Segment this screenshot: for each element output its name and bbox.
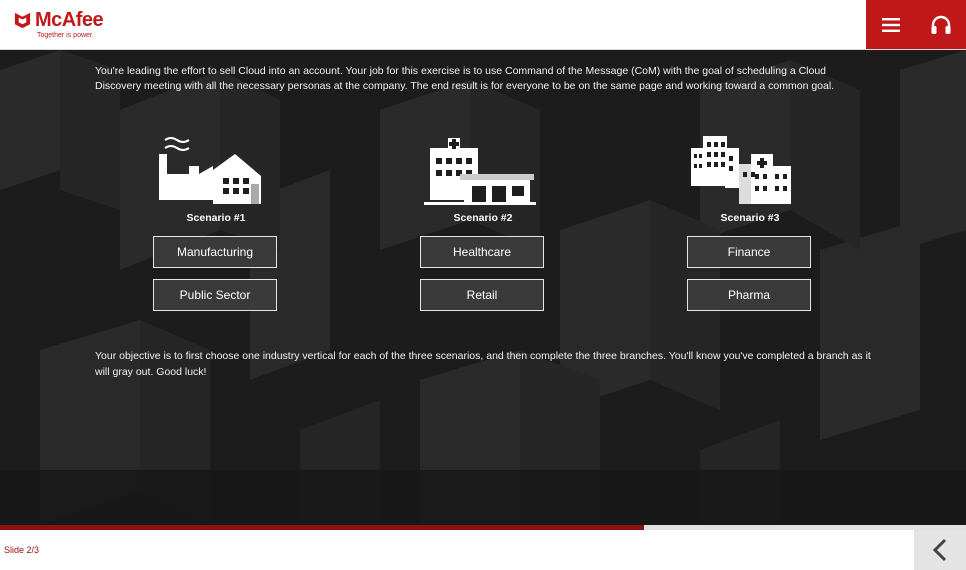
hamburger-menu-icon <box>882 17 900 32</box>
footer-bar: Slide 2/3 <box>0 530 966 570</box>
option-retail[interactable]: Retail <box>420 279 544 311</box>
header-actions <box>866 0 966 49</box>
headphones-icon <box>931 15 951 34</box>
scenario-2: Scenario #2 <box>420 134 546 224</box>
chevron-left-icon <box>932 538 947 562</box>
objective-text: Your objective is to first choose one in… <box>95 350 871 378</box>
city-buildings-icon <box>691 136 791 204</box>
logo-tagline: Together is power. <box>37 32 94 39</box>
scenario-1: Scenario #1 <box>153 134 279 224</box>
top-bar: McAfee Together is power. <box>0 0 966 50</box>
scenario-1-title: Scenario #1 <box>186 212 246 224</box>
slide-stage: You're leading the effort to sell Cloud … <box>0 50 966 525</box>
scenario-3-title: Scenario #3 <box>720 212 780 224</box>
mcafee-logo: McAfee Together is power. <box>13 9 104 40</box>
logo-wordmark: McAfee <box>35 9 104 31</box>
mcafee-shield-icon <box>14 12 31 28</box>
option-manufacturing[interactable]: Manufacturing <box>153 236 277 268</box>
factory-icon <box>159 137 261 204</box>
back-button[interactable] <box>914 530 966 570</box>
scenario-2-title: Scenario #2 <box>453 212 513 224</box>
hospital-icon <box>424 138 536 205</box>
option-public-sector[interactable]: Public Sector <box>153 279 277 311</box>
scenario-3: Scenario #3 <box>687 134 813 224</box>
option-pharma[interactable]: Pharma <box>687 279 811 311</box>
option-finance[interactable]: Finance <box>687 236 811 268</box>
audio-button[interactable] <box>924 8 958 42</box>
slide-counter: Slide 2/3 <box>4 545 40 555</box>
option-healthcare[interactable]: Healthcare <box>420 236 544 268</box>
intro-text: You're leading the effort to sell Cloud … <box>95 65 835 92</box>
menu-button[interactable] <box>874 8 908 42</box>
